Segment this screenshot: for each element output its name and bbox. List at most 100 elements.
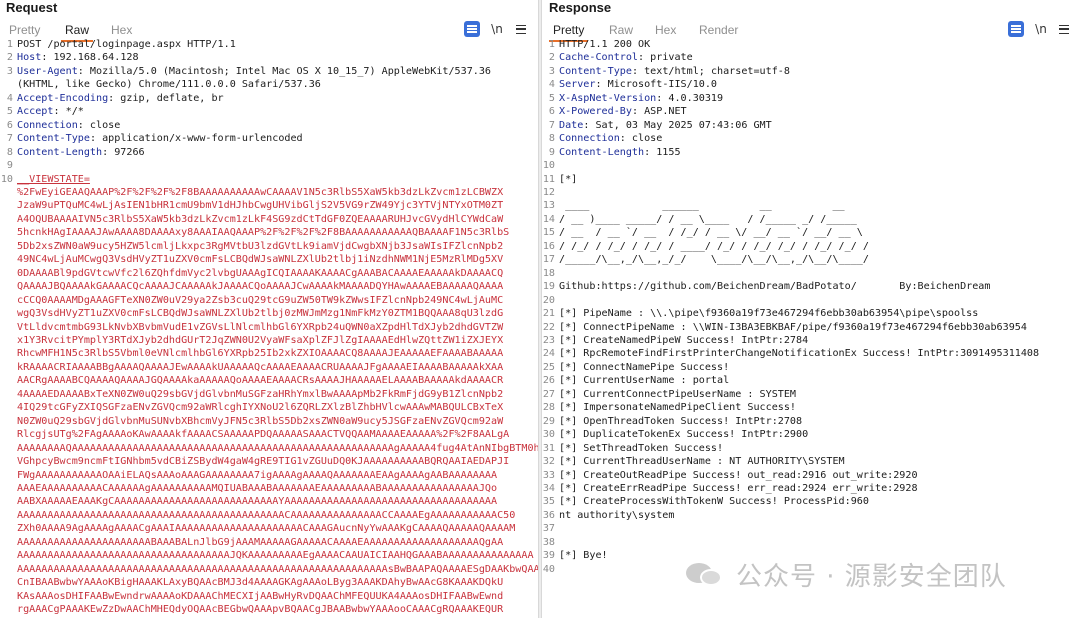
line-text: 4AAAAEDAAAABxTeXN0ZW0uQ29sbGVjdGlvbnMuSG…: [17, 388, 538, 401]
line-text: Accept: */*: [17, 105, 538, 118]
line-text: kRAAAACRIAAAABBgAAAAQAAAAJEwAAAAkUAAAAAQ…: [17, 361, 538, 374]
request-editor[interactable]: 1 POST /portal/loginpage.aspx HTTP/1.1 2 Ho…: [0, 38, 538, 618]
header-name: Content-Type: [17, 133, 90, 145]
line-number: 37: [542, 523, 555, 535]
request-menu-icon[interactable]: [513, 21, 529, 37]
header-name: User-Agent: [17, 65, 78, 77]
param-value: wgQ3VsdHVyZT1uZXV0cmFsLCBQdWJsaWNLZXlUb2…: [17, 308, 504, 320]
line-number: 9: [548, 146, 555, 158]
line-text: / __ / __ `/ __ / /_/ / __ \/ __/ __ `/ …: [559, 226, 1080, 239]
line-number: 7: [548, 119, 555, 131]
line-text: Cache-Control: private: [559, 51, 1080, 64]
line-text: X-AspNet-Version: 4.0.30319: [559, 92, 1080, 105]
line-text: [559, 522, 1080, 535]
line-number: 5: [6, 106, 13, 118]
line-text: AAAAAAAAAAAAAAAAAAAAAAAAAAAAAAAAAAAJQKAA…: [17, 549, 538, 562]
param-value: AACRgAAAABCQAAAAQAAAAJGQAAAAkaAAAAAQoAAA…: [17, 375, 504, 387]
response-code-line: 38: [542, 536, 1080, 549]
line-number: 13: [542, 200, 555, 212]
request-code-line: N0ZW0uQ29sbGVjdGlvbnMuSUNvbXBhcmVyJFN5c3…: [0, 415, 538, 428]
line-text: AAAAAAAAQAAAAAAAAAAAAAAAAAAAAAAAAAAAAAAA…: [17, 442, 538, 455]
request-wrap-toggle-icon[interactable]: [464, 21, 480, 37]
request-code-line: 4IQ29tcGFyZXIQSGFzaENvZGVQcm92aWRlcghIYX…: [0, 401, 538, 414]
line-number: [0, 563, 17, 576]
request-code-line: 0DAAAABl9pdGVtcwVfc2l6ZQhfdmVyc2lvbgUAAA…: [0, 267, 538, 280]
response-code-line: 37: [542, 522, 1080, 535]
response-tab-raw[interactable]: Raw: [609, 23, 633, 37]
request-newline-toggle[interactable]: \n: [489, 21, 505, 37]
line-number: [0, 347, 17, 360]
line-text: AAAAAAAAAAAAAAAAAAAAAAAAAAAAAAAAAAAAAAAA…: [17, 563, 538, 576]
request-code-line: 2 Host: 192.168.64.128: [0, 51, 538, 64]
param-value: KAsAAAosDHIFAABwEwndrwAAAAoKDAAAChMECXIj…: [17, 590, 504, 602]
line-text: AAAAAAAAAAAAAAAAAAAAAAAAAAAAAAAAAAAAAAAA…: [17, 509, 538, 522]
line-content: [*] DuplicateTokenEx Success! IntPtr:290…: [559, 429, 809, 441]
line-number: 3: [548, 65, 555, 77]
line-number: 40: [542, 563, 555, 575]
request-code-line: FWgAAAAAAAAAAAOAAiELAQsAAAoAAAGAAAAAAAA7…: [0, 469, 538, 482]
line-number: 21: [542, 308, 555, 320]
response-tab-pretty[interactable]: Pretty: [548, 23, 589, 42]
line-number: [0, 361, 17, 374]
line-number: 35: [542, 496, 555, 508]
header-name: Connection: [559, 133, 620, 145]
line-text: RhcwMFH1N5c3RlbS5Vbml0eVNlcmlhbGl6YXRpb2…: [17, 347, 538, 360]
request-code-line: (KHTML, like Gecko) Chrome/111.0.0.0 Saf…: [0, 78, 538, 91]
header-value: : Sat, 03 May 2025 07:43:06 GMT: [583, 119, 772, 131]
header-value: : Mozilla/5.0 (Macintosh; Intel Mac OS X…: [77, 65, 492, 77]
line-text: User-Agent: Mozilla/5.0 (Macintosh; Inte…: [17, 65, 538, 78]
line-number: [0, 213, 17, 226]
request-tab-hex[interactable]: Hex: [111, 23, 132, 37]
line-text: Content-Type: application/x-www-form-url…: [17, 132, 538, 145]
line-text: [*] CurrentThreadUserName : NT AUTHORITY…: [559, 455, 1080, 468]
line-number: [0, 442, 17, 455]
line-content: POST /portal/loginpage.aspx HTTP/1.1: [17, 39, 236, 50]
response-menu-icon[interactable]: [1056, 21, 1072, 37]
line-number: 11: [542, 173, 555, 185]
param-value: AAAAAAAAAAAAAAAAAAAAAABAAABALnJlbG9jAAAM…: [17, 536, 504, 548]
response-editor[interactable]: 1 HTTP/1.1 200 OK 2 Cache-Control: private 3…: [542, 38, 1080, 618]
line-number: 38: [542, 536, 555, 548]
response-code-line: 13 ____ ______ __ __: [542, 199, 1080, 212]
response-tab-render[interactable]: Render: [699, 23, 738, 37]
line-text: RlcgjsUTg%2FAgAAAAoKAwAAAAkfAAAACSAAAAAP…: [17, 428, 538, 441]
line-number: 34: [542, 482, 555, 494]
line-text: [*] SetThreadToken Success!: [559, 442, 1080, 455]
request-tab-pretty[interactable]: Pretty: [9, 23, 40, 37]
response-tab-hex[interactable]: Hex: [655, 23, 676, 37]
request-code-line: 5hcnkHAgIAAAAJAwAAAA8DAAAAxy8AAAIAAQAAAP…: [0, 226, 538, 239]
line-number: 6: [548, 106, 555, 118]
header-value: : close: [619, 133, 663, 145]
line-text: KAsAAAosDHIFAABwEwndrwAAAAoKDAAAChMECXIj…: [17, 590, 538, 603]
line-text: rgAAACgPAAAKEwZzDwAAChMHEQdyOQAAcBEGbwQA…: [17, 603, 538, 616]
line-number: 1: [548, 39, 555, 50]
request-code-line: 3 User-Agent: Mozilla/5.0 (Macintosh; Int…: [0, 65, 538, 78]
line-number: [0, 603, 17, 616]
response-code-line: 21 [*] PipeName : \\.\pipe\f9360a19f73e46…: [542, 307, 1080, 320]
line-text: Connection: close: [17, 119, 538, 132]
line-number: [0, 226, 17, 239]
watermark: 公众号 · 源影安全团队: [686, 558, 1007, 592]
header-name: Cache-Control: [559, 52, 639, 64]
request-code-line: VtLldvcmtmbG93LkNvbXBvbmVudE1vZGVsLlNlcm…: [0, 321, 538, 334]
request-code-line: JzaW9uPTQuMC4wLjAsIEN1bHR1cmU9bmV1dHJhbC…: [0, 199, 538, 212]
response-code-line: 26 [*] CurrentUserName : portal: [542, 374, 1080, 387]
line-number: 3: [6, 65, 13, 77]
param-value: A4OQUBAAAAIVN5c3RlbS5XaW5kb3dzLkZvcm1zLk…: [17, 213, 504, 225]
request-tab-raw[interactable]: Raw: [60, 23, 94, 42]
line-number: 36: [542, 509, 555, 521]
response-newline-toggle[interactable]: \n: [1033, 21, 1049, 37]
request-code-line: 1 POST /portal/loginpage.aspx HTTP/1.1: [0, 38, 538, 51]
watermark-text: 公众号 · 源影安全团队: [736, 561, 1007, 592]
line-text: __VIEWSTATE=: [17, 173, 538, 186]
line-number: 18: [542, 267, 555, 279]
line-content: (KHTML, like Gecko) Chrome/111.0.0.0 Saf…: [17, 79, 321, 91]
header-value: : 1155: [644, 146, 681, 158]
line-number: 39: [542, 550, 555, 562]
response-code-line: 14 / __ )____ _____/ / __ \____ / /_____ …: [542, 213, 1080, 226]
request-code-line: 49NC4wLjAuMCwgQ3VsdHVyZT1uZXV0cmFsLCBQdW…: [0, 253, 538, 266]
line-number: 7: [6, 133, 13, 145]
line-number: [0, 78, 17, 91]
response-wrap-toggle-icon[interactable]: [1008, 21, 1024, 37]
response-code-line: 2 Cache-Control: private: [542, 51, 1080, 64]
